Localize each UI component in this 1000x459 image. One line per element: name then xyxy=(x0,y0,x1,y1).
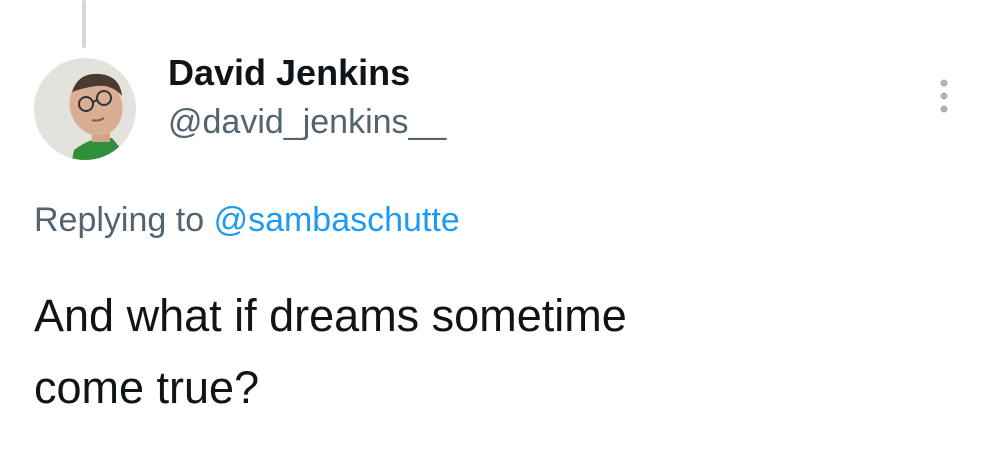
tweet-text-line: come true? xyxy=(34,362,260,413)
author-display-name[interactable]: David Jenkins xyxy=(168,50,446,96)
tweet-text: And what if dreams sometime come true? xyxy=(34,280,964,424)
author-handle[interactable]: @david_jenkins__ xyxy=(168,100,446,144)
replying-to-label: Replying to xyxy=(34,201,205,239)
reply-target-link[interactable]: @sambaschutte xyxy=(214,201,460,239)
tweet-text-line: And what if dreams sometime xyxy=(34,290,627,341)
avatar[interactable] xyxy=(34,58,136,160)
more-vertical-icon xyxy=(940,79,948,113)
thread-connector-line xyxy=(82,0,86,48)
more-options-button[interactable] xyxy=(922,72,966,120)
replying-to-line: Replying to @sambaschutte xyxy=(34,196,460,244)
tweet-header: David Jenkins @david_jenkins__ xyxy=(168,50,446,144)
avatar-photo xyxy=(34,58,136,160)
